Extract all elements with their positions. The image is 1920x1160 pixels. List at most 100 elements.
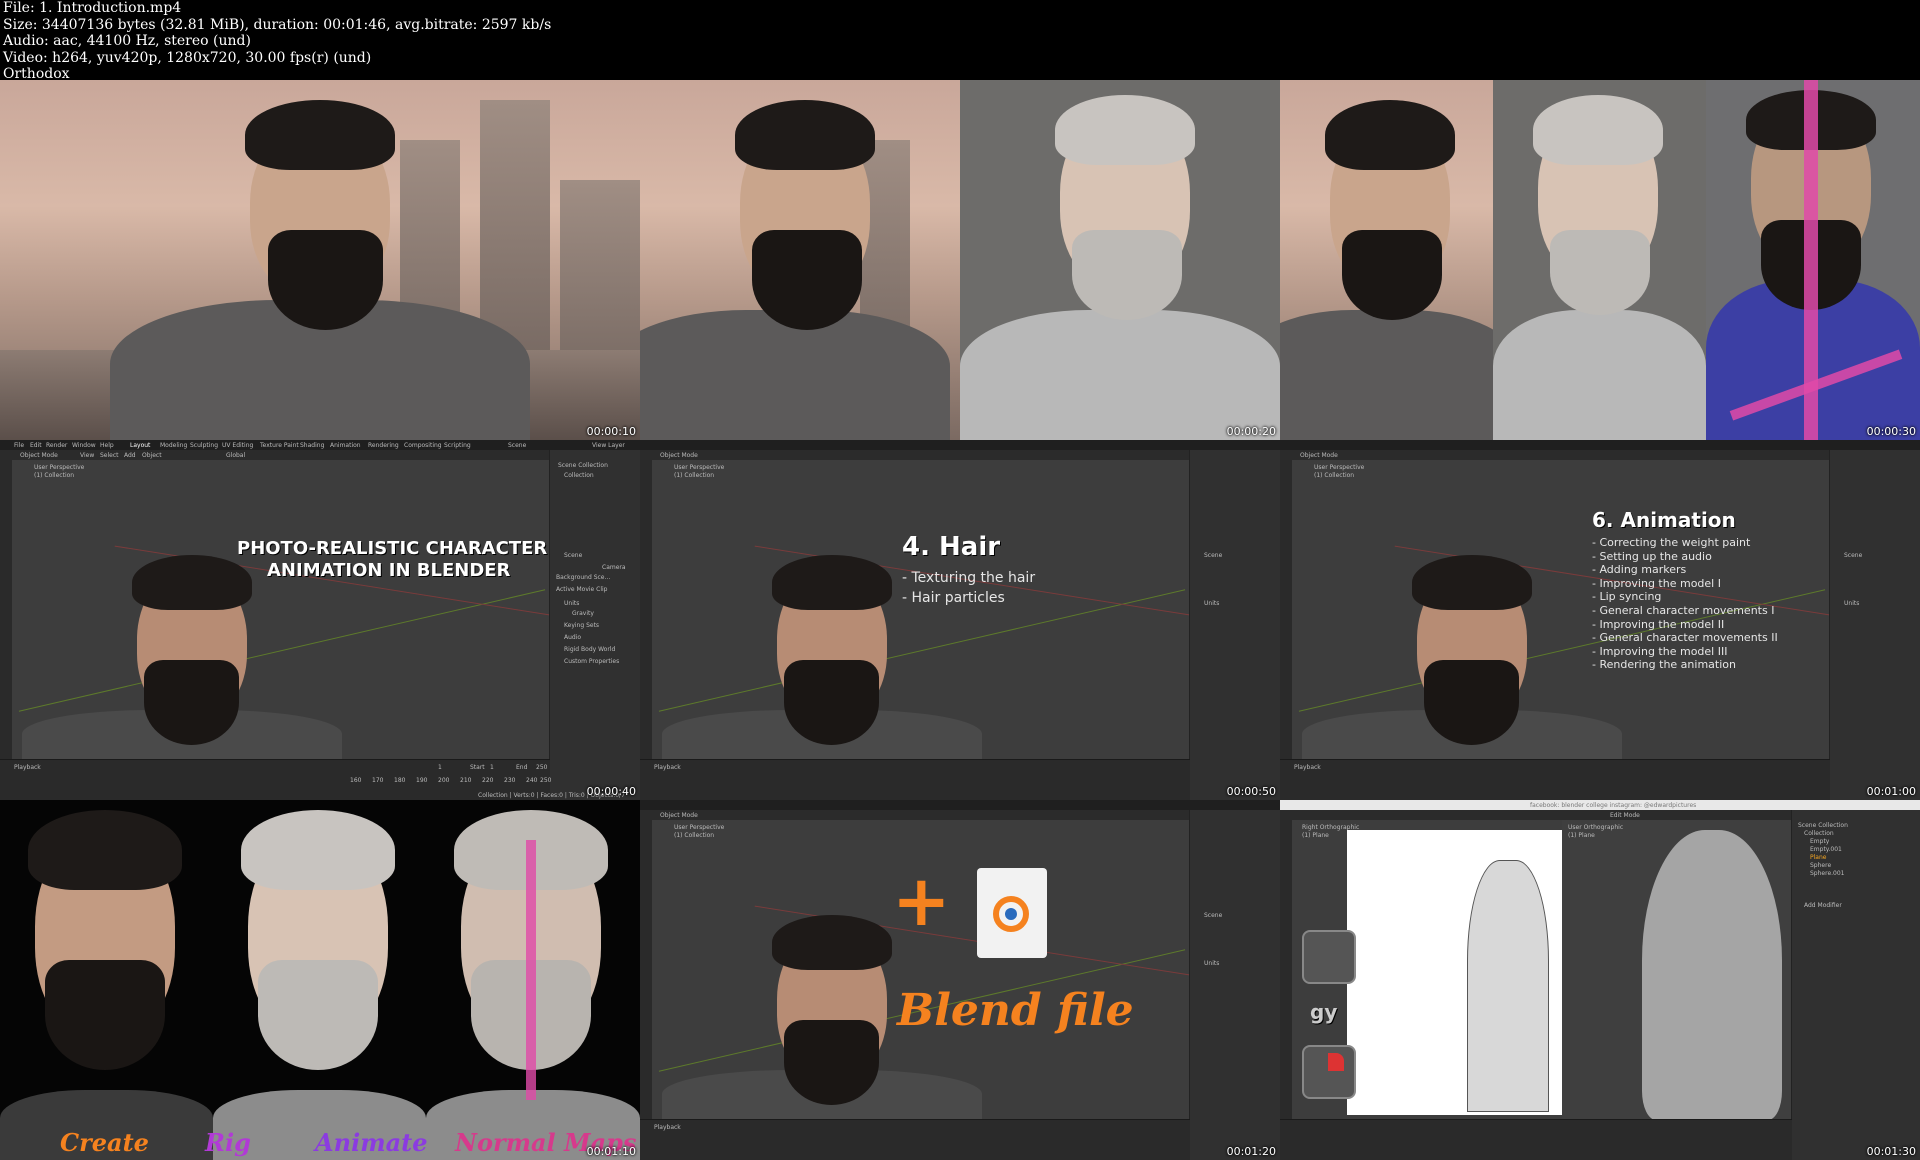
tab-sculpting[interactable]: Sculpting — [190, 442, 218, 449]
viewport-collection: (1) Collection — [674, 472, 715, 479]
outliner-collection[interactable]: Collection — [564, 472, 594, 479]
viewport-collection: (1) Collection — [1314, 472, 1355, 479]
properties-panel[interactable]: Scene Units — [1189, 810, 1280, 1160]
outliner-panel[interactable]: Scene Collection Collection Empty Empty.… — [1791, 810, 1920, 1160]
timeline[interactable] — [1280, 1119, 1792, 1160]
select-menu[interactable]: Select — [100, 452, 119, 459]
tab-rendering[interactable]: Rendering — [368, 442, 399, 449]
tick: 210 — [460, 777, 472, 784]
toolbar[interactable] — [0, 460, 12, 760]
start-frame[interactable]: 1 — [490, 764, 494, 771]
outliner-item[interactable]: Sphere — [1810, 862, 1831, 869]
3d-viewport[interactable]: User Perspective (1) Collection 6. Anima… — [1292, 460, 1830, 770]
mode-dropdown[interactable]: Object Mode — [20, 452, 58, 459]
add-menu[interactable]: Add — [124, 452, 136, 459]
menu-window[interactable]: Window — [72, 442, 96, 449]
right-viewport[interactable]: User Orthographic (1) Plane — [1562, 820, 1792, 1120]
toolbar[interactable] — [1280, 820, 1292, 1120]
tick: 180 — [394, 777, 406, 784]
mode-dropdown[interactable]: Object Mode — [660, 812, 698, 819]
prop-custom-properties[interactable]: Custom Properties — [564, 658, 619, 665]
timeline[interactable]: Playback — [640, 759, 1190, 800]
tab-shading[interactable]: Shading — [300, 442, 324, 449]
thumbnail-6: Object Mode User Perspective (1) Collect… — [1280, 440, 1920, 800]
outliner-item[interactable]: Empty.001 — [1810, 846, 1842, 853]
menu-help[interactable]: Help — [100, 442, 114, 449]
tab-uv-editing[interactable]: UV Editing — [222, 442, 253, 449]
menu-file[interactable]: File — [14, 442, 24, 449]
timestamp: 00:00:20 — [1226, 425, 1276, 438]
tab-scripting[interactable]: Scripting — [444, 442, 471, 449]
left-viewport[interactable]: Right Orthographic (1) Plane gy — [1292, 820, 1562, 1120]
viewport-collection: (1) Collection — [34, 472, 75, 479]
prop-background-scene[interactable]: Background Sce... — [556, 574, 610, 581]
prop-units[interactable]: Units — [1844, 600, 1859, 607]
menu-edit[interactable]: Edit — [30, 442, 42, 449]
edit-mode-dropdown[interactable]: Edit Mode — [1610, 812, 1640, 819]
transform-orientation[interactable]: Global — [226, 452, 245, 459]
playback-menu[interactable]: Playback — [14, 764, 41, 771]
outliner-item[interactable]: Sphere.001 — [1810, 870, 1845, 877]
prop-scene[interactable]: Scene — [564, 552, 582, 559]
viewport-header: Object Mode View Select Add Object Globa… — [0, 450, 550, 460]
prop-keying-sets[interactable]: Keying Sets — [564, 622, 599, 629]
timeline[interactable]: Playback — [640, 1119, 1190, 1160]
playback-menu[interactable]: Playback — [1294, 764, 1321, 771]
toolbar[interactable] — [640, 460, 652, 760]
tab-compositing[interactable]: Compositing — [404, 442, 442, 449]
view-menu[interactable]: View — [80, 452, 94, 459]
prop-scene[interactable]: Scene — [1844, 552, 1862, 559]
timestamp: 00:01:20 — [1226, 1145, 1276, 1158]
3d-viewport[interactable]: User Perspective (1) Collection + Blend … — [652, 820, 1190, 1130]
thumbnail-1: 00:00:10 — [0, 80, 640, 440]
mode-dropdown[interactable]: Object Mode — [660, 452, 698, 459]
outliner-item[interactable]: Collection — [1804, 830, 1834, 837]
prop-rigid-body-world[interactable]: Rigid Body World — [564, 646, 615, 653]
outliner-item[interactable]: Plane — [1810, 854, 1826, 861]
outliner-item[interactable]: Empty — [1810, 838, 1829, 845]
course-title-line1: PHOTO-REALISTIC CHARACTER — [237, 538, 548, 559]
properties-panel[interactable]: Scene Collection Collection Scene Camera… — [549, 450, 640, 800]
toolbar[interactable] — [640, 820, 652, 1120]
outliner-scene-collection[interactable]: Scene Collection — [558, 462, 608, 469]
thumbnail-8: Object Mode User Perspective (1) Collect… — [640, 800, 1280, 1160]
properties-panel[interactable]: Scene Units — [1189, 450, 1280, 800]
end-frame[interactable]: 250 — [536, 764, 547, 771]
word-create: Create — [60, 1128, 149, 1157]
prop-units[interactable]: Units — [564, 600, 579, 607]
tick: 230 — [504, 777, 516, 784]
scene-selector[interactable]: Scene — [508, 442, 526, 449]
toolbar[interactable] — [1280, 460, 1292, 760]
timeline[interactable]: Playback — [1280, 759, 1830, 800]
tab-texture-paint[interactable]: Texture Paint — [260, 442, 299, 449]
add-modifier-button[interactable]: Add Modifier — [1804, 902, 1842, 909]
object-menu[interactable]: Object — [142, 452, 162, 459]
view-layer-selector[interactable]: View Layer — [592, 442, 625, 449]
prop-scene[interactable]: Scene — [1204, 912, 1222, 919]
3d-viewport[interactable]: User Perspective (1) Collection 4. Hair … — [652, 460, 1190, 770]
timeline[interactable]: Playback 1 Start 1 End 250 160 170 180 1… — [0, 759, 625, 800]
prop-audio[interactable]: Audio — [564, 634, 581, 641]
menu-render[interactable]: Render — [46, 442, 67, 449]
tab-animation[interactable]: Animation — [330, 442, 361, 449]
lesson-item: - Improving the model II — [1592, 617, 1725, 631]
section-hair-items: - Texturing the hair - Hair particles — [902, 568, 1035, 608]
prop-gravity[interactable]: Gravity — [572, 610, 594, 617]
tab-layout[interactable]: Layout — [130, 442, 150, 449]
blend-file-label: Blend file — [897, 985, 1134, 1036]
playback-menu[interactable]: Playback — [654, 1124, 681, 1131]
lesson-item: - Texturing the hair — [902, 570, 1036, 586]
3d-viewport[interactable]: User Perspective (1) Collection PHOTO-RE… — [12, 460, 550, 770]
playback-menu[interactable]: Playback — [654, 764, 681, 771]
prop-units[interactable]: Units — [1204, 960, 1219, 967]
properties-panel[interactable]: Scene Units — [1829, 450, 1920, 800]
prop-scene[interactable]: Scene — [1204, 552, 1222, 559]
current-frame[interactable]: 1 — [438, 764, 442, 771]
thumbnail-9: facebook: blender college instagram: @ed… — [1280, 800, 1920, 1160]
prop-camera[interactable]: Camera — [602, 564, 626, 571]
tab-modeling[interactable]: Modeling — [160, 442, 187, 449]
mode-dropdown[interactable]: Object Mode — [1300, 452, 1338, 459]
prop-active-movie-clip[interactable]: Active Movie Clip — [556, 586, 607, 593]
outliner-item[interactable]: Scene Collection — [1798, 822, 1848, 829]
prop-units[interactable]: Units — [1204, 600, 1219, 607]
